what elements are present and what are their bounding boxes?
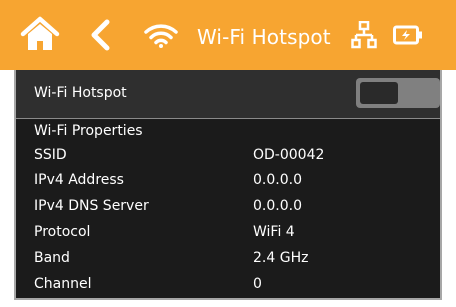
hotspot-label: Wi-Fi Hotspot <box>34 85 127 101</box>
property-value: OD-00042 <box>253 147 325 163</box>
section-heading: Wi-Fi Properties <box>34 123 143 139</box>
page-title: Wi-Fi Hotspot <box>197 25 331 49</box>
property-value: 0.0.0.0 <box>253 198 302 214</box>
property-row-ssid: SSID OD-00042 <box>16 147 440 171</box>
hotspot-toggle[interactable] <box>356 78 440 108</box>
toggle-knob <box>360 82 398 104</box>
network-icon <box>351 21 377 49</box>
property-row-ipv4-address: IPv4 Address 0.0.0.0 <box>16 172 440 196</box>
back-icon[interactable] <box>89 19 111 51</box>
property-name: IPv4 Address <box>34 172 124 188</box>
property-name: SSID <box>34 147 67 163</box>
property-value: 0.0.0.0 <box>253 172 302 188</box>
wifi-icon <box>144 24 178 48</box>
header-bar: Wi-Fi Hotspot <box>0 0 456 70</box>
property-row-ipv4-dns: IPv4 DNS Server 0.0.0.0 <box>16 198 440 222</box>
settings-panel: Wi-Fi Hotspot Wi-Fi Properties SSID OD-0… <box>14 70 442 300</box>
property-row-channel: Channel 0 <box>16 276 440 300</box>
property-name: Channel <box>34 276 92 292</box>
property-name: Protocol <box>34 224 91 240</box>
home-icon[interactable] <box>20 16 60 52</box>
property-row-protocol: Protocol WiFi 4 <box>16 224 440 248</box>
property-row-band: Band 2.4 GHz <box>16 250 440 274</box>
property-value: 2.4 GHz <box>253 250 309 266</box>
property-name: Band <box>34 250 70 266</box>
hotspot-toggle-row[interactable]: Wi-Fi Hotspot <box>16 70 440 119</box>
property-value: WiFi 4 <box>253 224 295 240</box>
property-value: 0 <box>253 276 262 292</box>
battery-icon <box>393 25 422 45</box>
property-name: IPv4 DNS Server <box>34 198 149 214</box>
